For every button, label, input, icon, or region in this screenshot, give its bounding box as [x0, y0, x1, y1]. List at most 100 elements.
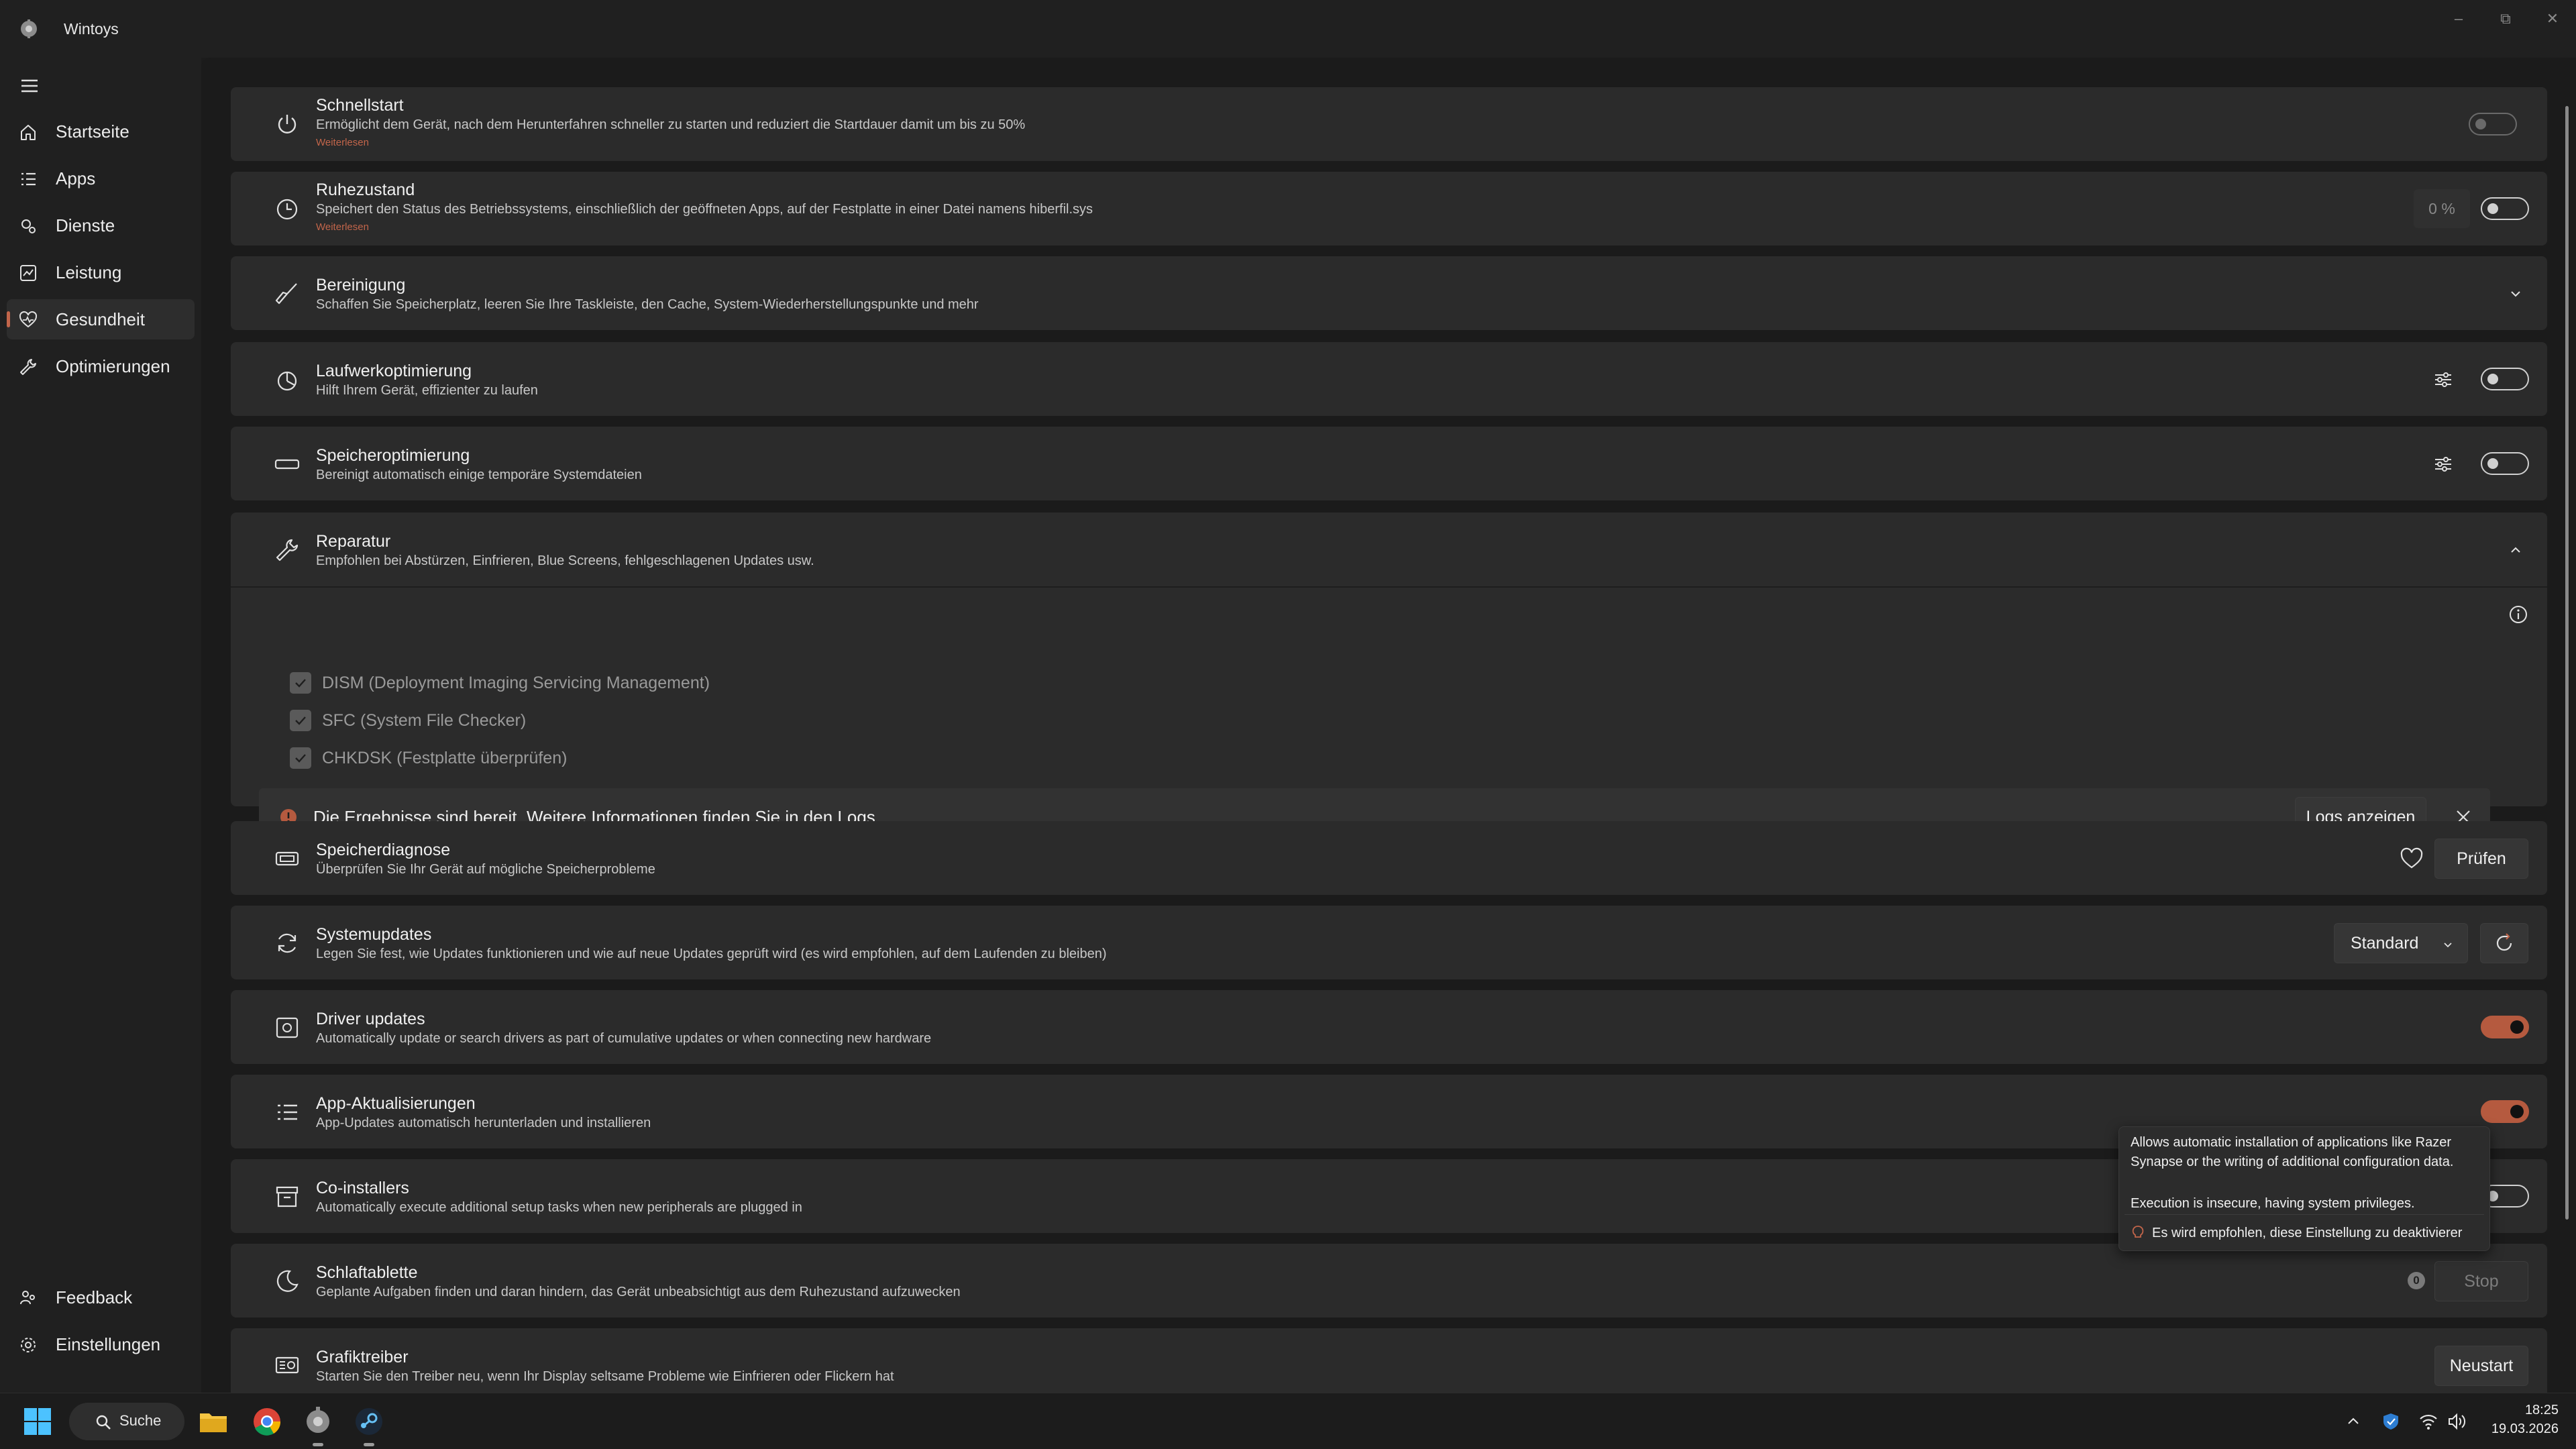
lightbulb-icon: [2132, 1226, 2144, 1238]
sidebar-item-label: Optimierungen: [56, 356, 170, 376]
running-indicator: [313, 1443, 323, 1446]
chevron-up-icon[interactable]: [2508, 542, 2524, 558]
sidebar-item-apps[interactable]: Apps: [7, 158, 195, 199]
sfc-checkbox[interactable]: [290, 710, 311, 731]
steam-icon[interactable]: [352, 1404, 386, 1439]
card-description: Bereinigt automatisch einige temporäre S…: [316, 468, 642, 482]
card-description: Ermöglicht dem Gerät, nach dem Herunterf…: [316, 117, 1026, 132]
moon-icon: [276, 1270, 299, 1292]
heart-icon[interactable]: [2399, 846, 2424, 871]
tooltip-text: Allows automatic installation of applica…: [2131, 1135, 2452, 1150]
speicheroptimierung-toggle[interactable]: [2481, 452, 2529, 475]
card-description: Automatically update or search drivers a…: [316, 1031, 932, 1046]
reparatur-header[interactable]: Reparatur Empfohlen bei Abstürzen, Einfr…: [231, 513, 2547, 588]
sidebar: Startseite Apps Dienste Leistung Gesundh…: [0, 58, 201, 1393]
gears-icon: [21, 219, 36, 233]
neustart-button[interactable]: Neustart: [2434, 1346, 2528, 1386]
app-updates-toggle[interactable]: [2481, 1100, 2529, 1123]
chevron-down-icon[interactable]: [2508, 286, 2524, 302]
clock-time[interactable]: 18:25: [2497, 1403, 2559, 1418]
reset-button[interactable]: [2480, 923, 2528, 963]
reset-icon: [2496, 933, 2512, 951]
title-bar: Wintoys – ⧉ ✕: [0, 0, 2576, 58]
wintoys-icon[interactable]: [301, 1404, 335, 1439]
speaker-icon[interactable]: [2446, 1411, 2467, 1432]
card-reparatur: Reparatur Empfohlen bei Abstürzen, Einfr…: [231, 513, 2547, 806]
minimize-button[interactable]: –: [2435, 5, 2482, 32]
home-icon: [21, 125, 36, 140]
taskbar-search[interactable]: Suche: [69, 1403, 184, 1440]
card-description: Überprüfen Sie Ihr Gerät auf mögliche Sp…: [316, 862, 655, 877]
info-icon[interactable]: [2508, 604, 2529, 625]
sidebar-item-einstellungen[interactable]: Einstellungen: [7, 1324, 195, 1364]
tooltip-divider: [2125, 1214, 2484, 1215]
card-schnellstart: Schnellstart Ermöglicht dem Gerät, nach …: [231, 87, 2547, 161]
sliders-settings-icon[interactable]: [2432, 369, 2454, 390]
checkmark-icon: [295, 754, 306, 763]
card-title: Driver updates: [316, 1010, 425, 1028]
card-title: Laufwerkoptimierung: [316, 362, 472, 380]
heart-pulse-icon: [19, 311, 38, 328]
card-description: Automatically execute additional setup t…: [316, 1200, 802, 1215]
close-window-button[interactable]: ✕: [2529, 5, 2576, 32]
chevron-down-icon: [2444, 943, 2452, 948]
clock-date[interactable]: 19.03.2026: [2482, 1421, 2559, 1437]
sidebar-item-dienste[interactable]: Dienste: [7, 205, 195, 246]
card-laufwerkoptimierung: Laufwerkoptimierung Hilft Ihrem Gerät, e…: [231, 342, 2547, 416]
card-description: App-Updates automatisch herunterladen un…: [316, 1116, 651, 1130]
wifi-icon[interactable]: [2418, 1411, 2439, 1432]
ruhezustand-toggle[interactable]: [2481, 197, 2529, 220]
tooltip-text: Synapse or the writing of additional con…: [2131, 1155, 2454, 1169]
stop-button[interactable]: Stop: [2434, 1261, 2528, 1301]
update-mode-dropdown[interactable]: Standard: [2334, 923, 2468, 963]
card-description: Empfohlen bei Abstürzen, Einfrieren, Blu…: [316, 553, 814, 568]
maximize-button[interactable]: ⧉: [2482, 5, 2529, 32]
co-installers-tooltip: Allows automatic installation of applica…: [2118, 1126, 2490, 1251]
hiberfile-percent-value: 0 %: [2414, 189, 2470, 228]
sidebar-item-leistung[interactable]: Leistung: [7, 252, 195, 292]
wake-tasks-count-badge: 0: [2408, 1272, 2425, 1289]
driver-updates-toggle[interactable]: [2481, 1016, 2529, 1038]
chrome-icon[interactable]: [250, 1404, 284, 1439]
people-icon: [20, 1291, 35, 1305]
read-more-link[interactable]: Weiterlesen: [316, 221, 369, 233]
sidebar-item-startseite[interactable]: Startseite: [7, 111, 195, 152]
sidebar-item-label: Leistung: [56, 262, 122, 282]
laufwerk-toggle[interactable]: [2481, 368, 2529, 390]
tooltip-warning: Es wird empfohlen, diese Einstellung zu …: [2152, 1226, 2463, 1240]
hamburger-menu-icon[interactable]: [16, 72, 43, 99]
card-bereinigung[interactable]: Bereinigung Schaffen Sie Speicherplatz, …: [231, 256, 2547, 330]
read-more-link[interactable]: Weiterlesen: [316, 137, 369, 148]
chkdsk-checkbox[interactable]: [290, 747, 311, 769]
sidebar-item-label: Einstellungen: [56, 1334, 161, 1354]
dism-checkbox[interactable]: [290, 672, 311, 694]
card-description: Hilft Ihrem Gerät, effizienter zu laufen: [316, 383, 538, 398]
card-systemupdates: Systemupdates Legen Sie fest, wie Update…: [231, 906, 2547, 979]
running-indicator: [364, 1443, 374, 1446]
sidebar-item-label: Gesundheit: [56, 309, 145, 329]
sidebar-item-label: Startseite: [56, 121, 129, 142]
sliders-settings-icon[interactable]: [2432, 453, 2454, 475]
sidebar-item-gesundheit[interactable]: Gesundheit: [7, 299, 195, 339]
windows-start-icon[interactable]: [20, 1404, 55, 1439]
checkmark-icon: [295, 679, 306, 688]
power-icon: [278, 115, 297, 133]
sidebar-item-optimierungen[interactable]: Optimierungen: [7, 346, 195, 386]
file-explorer-icon[interactable]: [196, 1404, 231, 1439]
graphics-card-icon: [275, 1356, 299, 1374]
chevron-up-icon[interactable]: [2343, 1411, 2364, 1432]
card-title: Speicherdiagnose: [316, 841, 451, 859]
dropdown-selected-value: Standard: [2351, 933, 2419, 953]
schnellstart-toggle[interactable]: [2469, 113, 2517, 136]
pruefen-button[interactable]: Prüfen: [2434, 839, 2528, 879]
card-schlaftablette: Schlaftablette Geplante Aufgaben finden …: [231, 1244, 2547, 1318]
card-description: Speichert den Status des Betriebssystems…: [316, 202, 1093, 217]
apps-list-icon: [21, 172, 36, 186]
shield-icon[interactable]: [2380, 1411, 2402, 1432]
card-description: Schaffen Sie Speicherplatz, leeren Sie I…: [316, 297, 979, 312]
driver-settings-icon: [276, 1017, 299, 1038]
card-title: Systemupdates: [316, 925, 432, 944]
sidebar-item-feedback[interactable]: Feedback: [7, 1277, 195, 1318]
wrench-icon: [20, 359, 36, 375]
content-scrollbar[interactable]: [2565, 106, 2569, 1220]
